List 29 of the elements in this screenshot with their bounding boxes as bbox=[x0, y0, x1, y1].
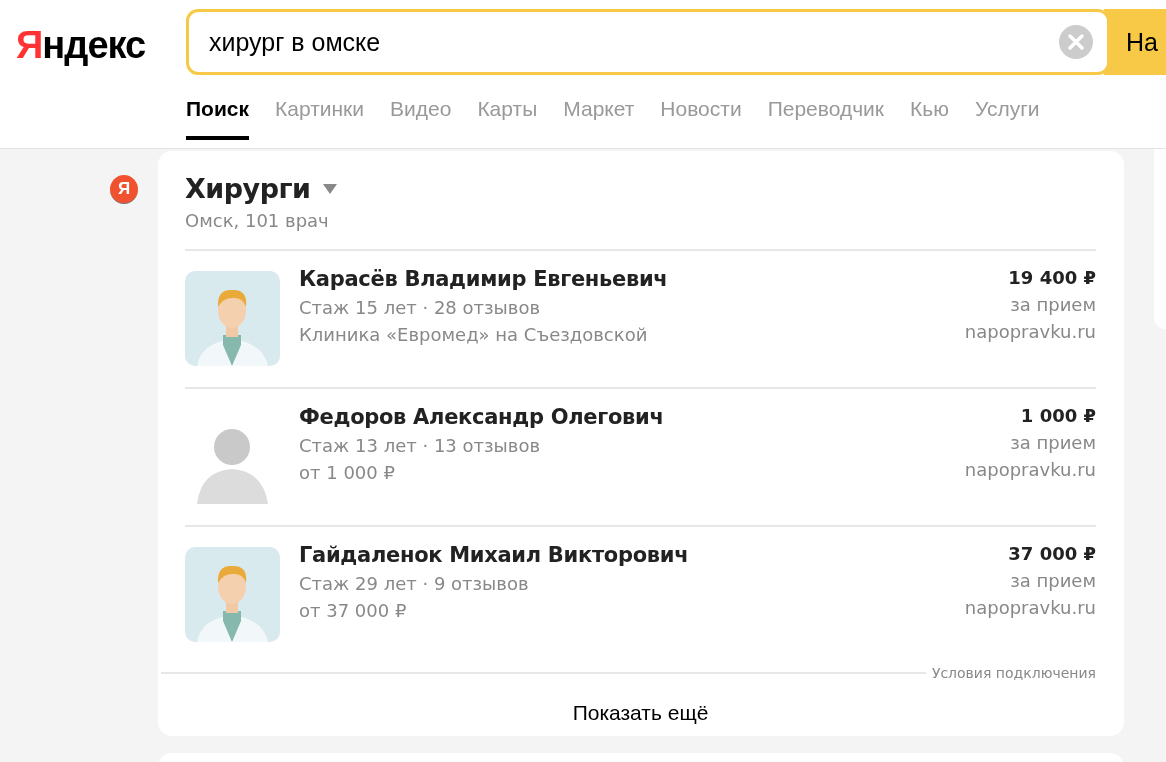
price: 19 400 ₽ bbox=[1008, 267, 1096, 288]
terms-link[interactable]: Условия подключения bbox=[931, 665, 1096, 681]
search-button[interactable]: На bbox=[1104, 9, 1166, 75]
price-note: за прием bbox=[1010, 432, 1096, 453]
card-title: Хирурги bbox=[185, 173, 311, 204]
price-note: за прием bbox=[1010, 294, 1096, 315]
caret-icon[interactable] bbox=[322, 183, 337, 194]
doctor-detail: от 1 000 ₽ bbox=[299, 462, 396, 483]
show-more-button[interactable]: Показать ещё bbox=[562, 697, 719, 729]
source-site: napopravku.ru bbox=[964, 459, 1096, 480]
price-note: за прием bbox=[1010, 570, 1096, 591]
price: 1 000 ₽ bbox=[1020, 405, 1096, 426]
doctor-experience: Стаж 15 лет · 28 отзывов bbox=[299, 297, 541, 318]
yandex-logo[interactable]: Яндекс bbox=[0, 23, 186, 67]
card-subtitle: Омск, 101 врач bbox=[185, 210, 1096, 251]
search-input[interactable]: хирург в омске bbox=[207, 26, 1059, 58]
doctor-name[interactable]: Гайдаленок Михаил Викторович bbox=[299, 543, 965, 567]
doctor-experience: Стаж 13 лет · 13 отзывов bbox=[299, 435, 541, 456]
doctor-name[interactable]: Карасёв Владимир Евгеньевич bbox=[299, 267, 965, 291]
doctor-detail: от 37 000 ₽ bbox=[299, 600, 408, 621]
source-badge: Я bbox=[110, 175, 138, 204]
doctor-name[interactable]: Федоров Александр Олегович bbox=[299, 405, 965, 429]
doctor-detail: Клиника «Евромед» на Съездовской bbox=[299, 324, 649, 345]
search-field[interactable]: хирург в омске bbox=[186, 9, 1110, 75]
source-site: napopravku.ru bbox=[964, 597, 1096, 618]
price: 37 000 ₽ bbox=[1008, 543, 1096, 564]
doctor-experience: Стаж 29 лет · 9 отзывов bbox=[299, 573, 530, 594]
source-site: napopravku.ru bbox=[964, 321, 1096, 342]
nav-tab[interactable]: Поиск bbox=[186, 94, 250, 140]
